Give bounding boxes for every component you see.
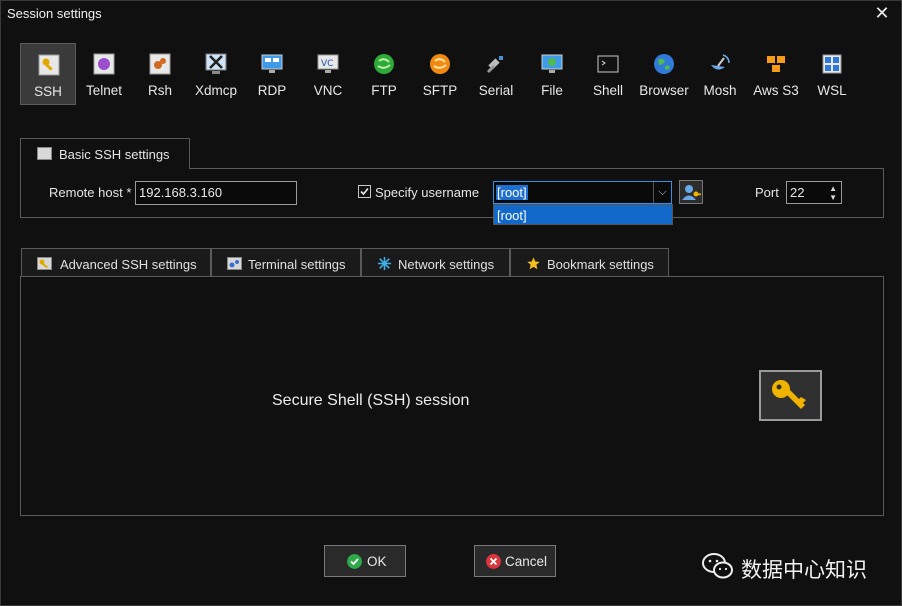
rdp-icon xyxy=(261,54,283,73)
session-type-toolbar: SSH Telnet Rsh Xdmcp RDP VC VNC FTP SFTP… xyxy=(20,43,870,105)
session-info-panel: Secure Shell (SSH) session xyxy=(20,276,884,516)
vnc-icon: VC xyxy=(317,54,339,73)
tab-network-settings[interactable]: Network settings xyxy=(361,248,510,277)
username-value: [root] xyxy=(496,185,528,200)
username-combobox[interactable]: [root] ⌵ xyxy=(493,181,672,204)
cancel-circle-icon xyxy=(486,554,501,569)
remote-host-input[interactable]: 192.168.3.160 xyxy=(135,181,297,205)
session-type-mosh[interactable]: Mosh xyxy=(692,43,748,105)
key-icon xyxy=(772,380,806,409)
session-type-telnet[interactable]: Telnet xyxy=(76,43,132,105)
title-bar: Session settings ✕ xyxy=(1,1,901,27)
chevron-down-icon[interactable]: ⌵ xyxy=(653,182,671,203)
session-type-rdp[interactable]: RDP xyxy=(244,43,300,105)
specify-username-checkbox[interactable] xyxy=(358,185,371,198)
shell-icon xyxy=(597,55,619,73)
session-type-wsl[interactable]: WSL xyxy=(804,43,860,105)
cancel-button[interactable]: Cancel xyxy=(474,545,556,577)
rsh-icon xyxy=(149,53,171,75)
session-type-file[interactable]: File xyxy=(524,43,580,105)
browser-icon xyxy=(654,54,674,74)
session-type-rsh[interactable]: Rsh xyxy=(132,43,188,105)
specify-username-label: Specify username xyxy=(375,185,480,200)
session-type-ssh[interactable]: SSH xyxy=(20,43,76,105)
ssh-key-icon xyxy=(38,54,60,76)
terminal-icon xyxy=(227,257,242,270)
port-spinbox[interactable]: 22 ▲ ▼ xyxy=(786,181,842,204)
session-type-vnc[interactable]: VC VNC xyxy=(300,43,356,105)
close-icon[interactable]: ✕ xyxy=(873,3,891,23)
port-label: Port xyxy=(755,185,779,200)
wsl-icon xyxy=(822,54,842,74)
mosh-icon xyxy=(711,54,730,70)
wrench-icon xyxy=(37,257,52,270)
watermark-text: 数据中心知识 xyxy=(741,559,867,582)
aws-s3-icon xyxy=(767,56,785,72)
xdmcp-icon xyxy=(205,53,227,74)
telnet-icon xyxy=(93,53,115,75)
wechat-logo-icon xyxy=(702,553,733,579)
ftp-icon xyxy=(374,54,394,74)
session-description: Secure Shell (SSH) session xyxy=(272,392,470,409)
serial-icon xyxy=(486,56,503,74)
tab-advanced-ssh-settings[interactable]: Advanced SSH settings xyxy=(21,248,211,277)
session-settings-dialog: Session settings ✕ SSH Telnet Rsh Xdmcp … xyxy=(0,0,902,606)
session-type-ftp[interactable]: FTP xyxy=(356,43,412,105)
svg-text:VC: VC xyxy=(321,59,333,69)
username-option[interactable]: [root] xyxy=(497,208,527,223)
user-credentials-button[interactable] xyxy=(679,180,703,204)
file-icon xyxy=(541,54,563,73)
ssh-key-badge xyxy=(759,370,822,421)
spin-down-icon[interactable]: ▼ xyxy=(829,193,837,202)
username-dropdown-list: [root] xyxy=(493,204,673,225)
session-type-sftp[interactable]: SFTP xyxy=(412,43,468,105)
user-key-icon xyxy=(682,185,701,200)
tab-terminal-settings[interactable]: Terminal settings xyxy=(211,248,361,277)
tab-basic-ssh-settings[interactable]: Basic SSH settings xyxy=(20,138,190,169)
remote-host-label: Remote host * xyxy=(49,185,132,200)
network-icon xyxy=(378,257,391,270)
session-type-shell[interactable]: Shell xyxy=(580,43,636,105)
sftp-icon xyxy=(430,54,450,74)
session-type-xdmcp[interactable]: Xdmcp xyxy=(188,43,244,105)
port-value: 22 xyxy=(790,185,805,200)
tab-bookmark-settings[interactable]: Bookmark settings xyxy=(510,248,669,277)
session-type-serial[interactable]: Serial xyxy=(468,43,524,105)
check-circle-icon xyxy=(347,554,362,569)
session-type-aws-s3[interactable]: Aws S3 xyxy=(748,43,804,105)
wechat-watermark: 数据中心知识 xyxy=(701,551,891,583)
session-type-browser[interactable]: Browser xyxy=(636,43,692,105)
window-title: Session settings xyxy=(7,6,102,21)
star-icon xyxy=(527,257,540,270)
checkmark-icon xyxy=(360,187,369,196)
ok-button[interactable]: OK xyxy=(324,545,406,577)
wrench-icon xyxy=(37,147,52,160)
spin-up-icon[interactable]: ▲ xyxy=(829,184,837,193)
